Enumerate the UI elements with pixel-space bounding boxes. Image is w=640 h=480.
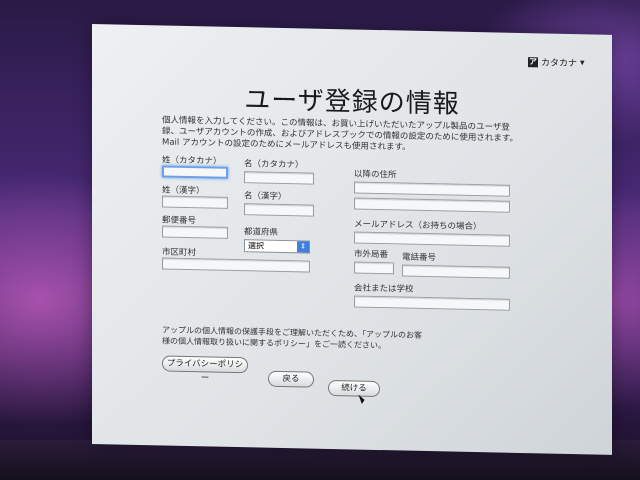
company-field[interactable] xyxy=(354,295,510,311)
postal-code-field[interactable] xyxy=(162,225,228,239)
first-name-kana-field[interactable] xyxy=(244,171,314,185)
first-name-kanji-field[interactable] xyxy=(244,203,314,217)
area-code-label: 市外局番 xyxy=(354,249,389,261)
input-menu[interactable]: ア カタカナ ▾ xyxy=(528,55,585,69)
address-field-1[interactable] xyxy=(354,181,510,197)
keyboard-icon: ア xyxy=(528,56,538,67)
chevron-down-icon: ▾ xyxy=(580,57,585,68)
last-name-kana-field[interactable] xyxy=(162,165,228,179)
address-field-2[interactable] xyxy=(354,197,510,213)
prefecture-label: 都道府県 xyxy=(244,227,279,238)
first-name-kana-label: 名（カタカナ） xyxy=(244,159,304,171)
city-field[interactable] xyxy=(162,257,310,273)
address-label: 以降の住所 xyxy=(354,169,397,181)
phone-label: 電話番号 xyxy=(402,252,437,264)
email-label: メールアドレス（お持ちの場合） xyxy=(354,219,482,233)
setup-assistant-window: ア カタカナ ▾ ユーザ登録の情報 個人情報を入力してください。この情報は、お買… xyxy=(92,24,612,455)
back-button[interactable]: 戻る xyxy=(268,370,314,388)
area-code-field[interactable] xyxy=(354,261,394,275)
first-name-kanji-label: 名（漢字） xyxy=(244,191,287,203)
last-name-kanji-field[interactable] xyxy=(162,195,228,209)
prefecture-value: 選択 xyxy=(248,241,264,251)
company-label: 会社または学校 xyxy=(354,283,414,295)
prefecture-select[interactable]: 選択 ⇕ xyxy=(244,239,310,254)
city-label: 市区町村 xyxy=(162,247,197,259)
postal-code-label: 郵便番号 xyxy=(162,215,197,227)
intro-text: 個人情報を入力してください。この情報は、お買い上げいただいたアップル製品のユーザ… xyxy=(162,115,518,153)
phone-field[interactable] xyxy=(402,264,510,279)
privacy-policy-button[interactable]: プライバシーポリシー xyxy=(162,355,248,383)
chevron-updown-icon: ⇕ xyxy=(297,241,309,253)
privacy-note: アップルの個人情報の保護手段をご理解いただくため、「アップルのお客様の個人情報取… xyxy=(162,325,422,350)
last-name-kanji-label: 姓（漢字） xyxy=(162,185,205,197)
continue-button[interactable]: 続ける xyxy=(328,379,380,398)
input-menu-label: カタカナ xyxy=(541,58,578,70)
email-field[interactable] xyxy=(354,231,510,247)
